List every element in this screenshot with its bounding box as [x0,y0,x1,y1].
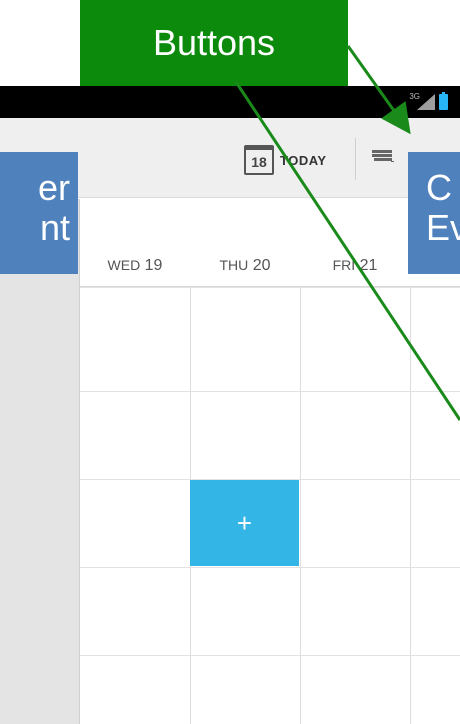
day-date: 21 [359,257,378,274]
action-bar-divider [355,138,356,180]
left-callout-line2: nt [39,207,70,248]
battery-icon [439,92,448,110]
day-date: 19 [144,257,163,274]
add-event-button[interactable] [368,140,408,180]
grid-column-line [300,287,301,724]
grid-row-line [80,287,460,288]
today-button[interactable]: 18 TODAY [244,138,327,182]
right-callout-line1: C [426,167,452,208]
day-header-wed[interactable]: WED 19 [80,257,190,275]
day-header: WED 19 THU 20 FRI 21 [80,199,460,287]
right-callout-line2: Ev [426,207,460,248]
calendar-icon: 18 [244,145,274,175]
calendar-week-view: WED 19 THU 20 FRI 21 [0,199,460,724]
signal-icon [417,94,435,110]
day-of-week: THU [219,257,249,273]
grid-row-line [80,655,460,656]
right-annotation-callout: C Ev [408,152,460,274]
day-header-fri[interactable]: FRI 21 [300,257,410,275]
buttons-annotation-text: Buttons [152,22,276,63]
time-gutter [0,199,80,724]
today-icon-number: 18 [251,153,267,170]
today-label: TODAY [280,152,327,168]
plus-icon: + [236,507,253,538]
grid-row-line [80,567,460,568]
grid-column-line [410,287,411,724]
status-bar: 3G [0,86,460,118]
day-header-thu[interactable]: THU 20 [190,257,300,275]
left-callout-line1: er [37,167,70,208]
grid-row-line [80,391,460,392]
add-event-icon [372,150,394,162]
day-of-week: FRI [332,257,356,273]
day-date: 20 [252,257,271,274]
new-event-cell[interactable]: + [190,480,299,566]
status-icons [417,92,448,110]
left-annotation-callout: er nt [0,152,78,274]
buttons-annotation-label: Buttons [80,0,348,86]
day-of-week: WED [107,257,141,273]
